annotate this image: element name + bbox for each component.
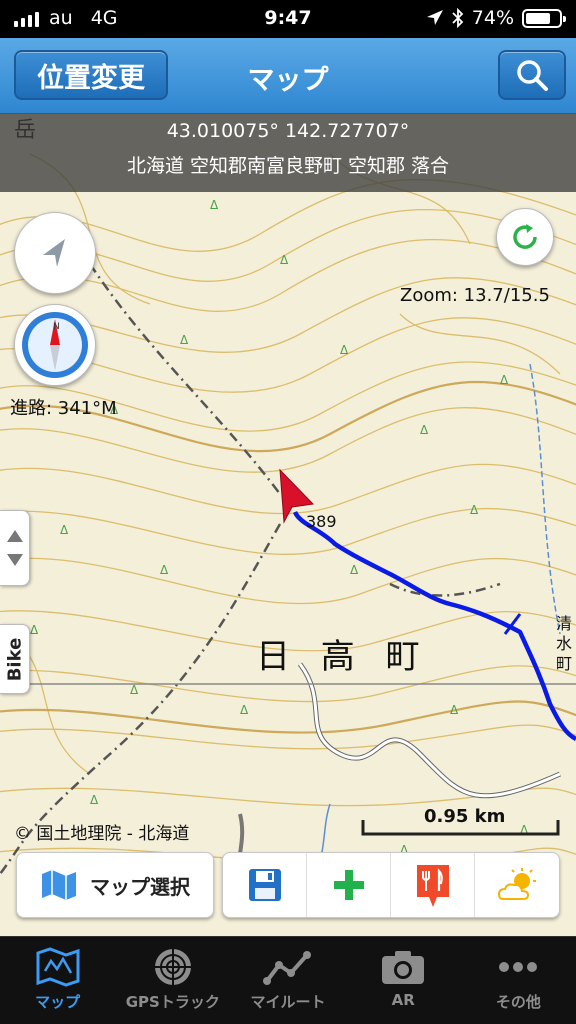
address-text: 北海道 空知郡南富良野町 空知郡 落合 xyxy=(126,155,450,177)
svg-text:ᐃ: ᐃ xyxy=(340,343,349,357)
copyright-label: © 国土地理院 - 北海道 xyxy=(14,824,190,844)
scroll-toggle-tab[interactable] xyxy=(0,510,30,586)
location-banner: 43.010075° 142.727707° 北海道 空知郡南富良野町 空知郡 … xyxy=(0,114,576,192)
weather-button[interactable] xyxy=(475,853,559,917)
svg-text:ᐃ: ᐃ xyxy=(500,373,509,387)
zoom-label: Zoom: 13.7/15.5 xyxy=(400,285,550,306)
heading-label: 進路: 341°M xyxy=(10,398,117,419)
search-button[interactable] xyxy=(498,50,566,100)
tool-group xyxy=(222,852,560,918)
navigation-bar: 位置変更 マップ xyxy=(0,38,576,114)
elevation-label: 389 xyxy=(306,512,337,531)
tab-map[interactable]: マップ xyxy=(0,937,115,1024)
tab-gps-track[interactable]: GPSトラック xyxy=(115,937,230,1024)
map-icon xyxy=(36,947,80,987)
bluetooth-icon xyxy=(452,8,464,28)
plus-icon xyxy=(333,870,364,900)
compass-button[interactable]: N xyxy=(14,304,96,386)
refresh-button[interactable] xyxy=(496,208,554,266)
radar-icon xyxy=(154,949,191,985)
town-label: 日 高 町 xyxy=(256,637,430,677)
tab-my-route-label: マイルート xyxy=(250,993,326,1011)
tab-ar[interactable]: AR xyxy=(346,937,461,1024)
restaurant-button[interactable] xyxy=(391,853,475,917)
compass-icon: N xyxy=(22,312,88,378)
svg-text:ᐃ: ᐃ xyxy=(60,523,69,537)
svg-text:ᐃ: ᐃ xyxy=(240,703,249,717)
status-bar: au 4G 9:47 74% xyxy=(0,0,576,38)
svg-text:ᐃ: ᐃ xyxy=(350,563,359,577)
floppy-disk-icon xyxy=(248,869,281,901)
svg-text:ᐃ: ᐃ xyxy=(420,423,429,437)
refresh-icon xyxy=(513,224,537,249)
camera-icon xyxy=(382,951,425,984)
coordinates-text: 43.010075° 142.727707° xyxy=(166,120,410,142)
tab-ar-label: AR xyxy=(391,991,415,1009)
more-icon xyxy=(499,962,538,972)
svg-text:ᐃ: ᐃ xyxy=(280,253,289,267)
up-down-arrows-icon xyxy=(6,530,23,566)
bike-label: Bike xyxy=(4,637,25,681)
svg-text:ᐃ: ᐃ xyxy=(160,563,169,577)
page-title: マップ xyxy=(247,65,329,96)
tab-more-label: その他 xyxy=(495,993,541,1011)
weather-icon xyxy=(497,868,536,900)
svg-text:ᐃ: ᐃ xyxy=(180,333,189,347)
tab-bar: マップ GPSトラック マイルート AR その他 xyxy=(0,936,576,1024)
route-icon xyxy=(263,951,311,985)
scale-label: 0.95 km xyxy=(424,806,506,827)
folded-map-icon xyxy=(42,870,76,900)
svg-text:ᐃ: ᐃ xyxy=(30,623,39,637)
location-arrow-icon xyxy=(426,10,443,25)
tab-my-route[interactable]: マイルート xyxy=(230,937,345,1024)
side-map-label: 清水町 xyxy=(556,614,573,673)
svg-text:ᐃ: ᐃ xyxy=(450,703,459,717)
tab-more[interactable]: その他 xyxy=(461,937,576,1024)
svg-text:N: N xyxy=(53,322,60,332)
save-button[interactable] xyxy=(223,853,307,917)
restaurant-pin-icon xyxy=(416,865,449,907)
svg-text:ᐃ: ᐃ xyxy=(90,793,99,807)
map-select-button[interactable]: マップ選択 xyxy=(16,852,214,918)
navigation-arrow-icon xyxy=(43,239,65,267)
svg-text:ᐃ: ᐃ xyxy=(470,503,479,517)
tab-map-label: マップ xyxy=(35,993,81,1011)
svg-text:ᐃ: ᐃ xyxy=(130,683,139,697)
battery-icon xyxy=(522,8,566,28)
add-button[interactable] xyxy=(307,853,391,917)
battery-percent: 74% xyxy=(471,7,514,29)
search-icon xyxy=(517,60,548,91)
tab-gps-track-label: GPSトラック xyxy=(125,993,220,1011)
svg-text:ᐃ: ᐃ xyxy=(210,198,219,212)
navigation-arrow-button[interactable] xyxy=(14,212,96,294)
bike-mode-tab[interactable]: Bike xyxy=(0,624,30,694)
map-select-label: マップ選択 xyxy=(90,874,190,899)
